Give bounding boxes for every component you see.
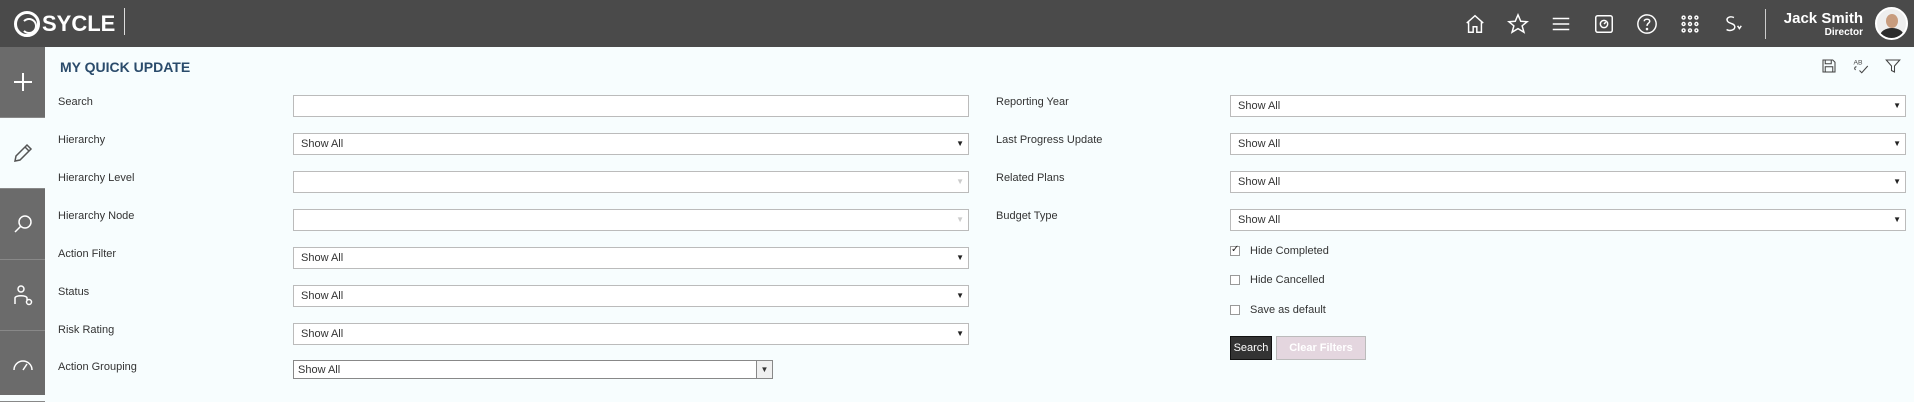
sycle-switch-icon[interactable]: [1712, 0, 1755, 47]
budget-type-label: Budget Type: [996, 210, 1058, 222]
hide-cancelled-label: Hide Cancelled: [1250, 274, 1325, 286]
sidebar-item-users[interactable]: [0, 260, 45, 331]
action-filter-value: Show All: [301, 252, 344, 264]
reporting-year-select[interactable]: Show All ▼: [1230, 95, 1906, 117]
status-label: Status: [58, 286, 90, 298]
chevron-down-icon: ▼: [1893, 215, 1901, 224]
page-title: MY QUICK UPDATE: [60, 59, 191, 75]
brand-name: SYCLE: [42, 10, 116, 36]
edit-icon: [13, 143, 32, 162]
menu-icon[interactable]: [1540, 0, 1583, 47]
sidebar-item-search[interactable]: [0, 189, 45, 260]
action-grouping-label: Action Grouping: [58, 361, 137, 373]
budget-type-value: Show All: [1238, 214, 1281, 226]
chevron-down-icon: ▼: [1893, 101, 1901, 110]
spellcheck-icon[interactable]: AB: [1852, 57, 1870, 75]
chevron-down-icon: ▼: [1893, 139, 1901, 148]
last-progress-label: Last Progress Update: [996, 134, 1103, 146]
chevron-down-icon[interactable]: ▼: [756, 361, 772, 378]
hierarchy-value: Show All: [301, 138, 344, 150]
user-settings-icon: [13, 285, 32, 306]
search-input[interactable]: [293, 95, 969, 117]
dashboard-icon[interactable]: [1583, 0, 1626, 47]
related-plans-select[interactable]: Show All ▼: [1230, 171, 1906, 193]
hierarchy-select[interactable]: Show All ▼: [293, 133, 969, 155]
chevron-down-icon: ▼: [956, 139, 964, 148]
help-icon[interactable]: [1626, 0, 1669, 47]
last-progress-value: Show All: [1238, 138, 1281, 150]
search-button[interactable]: Search: [1230, 336, 1272, 360]
search-label: Search: [58, 96, 93, 108]
risk-rating-label: Risk Rating: [58, 324, 115, 336]
chevron-down-icon: ▼: [956, 291, 964, 300]
save-default-checkbox[interactable]: [1230, 305, 1240, 315]
action-grouping-select[interactable]: Show All ▼: [293, 360, 773, 379]
page-tools: AB: [1820, 57, 1902, 75]
related-plans-value: Show All: [1238, 176, 1281, 188]
reporting-year-label: Reporting Year: [996, 96, 1069, 108]
clear-filters-button[interactable]: Clear Filters: [1276, 336, 1366, 360]
action-grouping-value: Show All: [298, 364, 341, 376]
top-bar: SYCLE Jack Smith Director: [0, 0, 1914, 47]
hierarchy-node-select[interactable]: ▼: [293, 209, 969, 231]
hierarchy-label: Hierarchy: [58, 134, 106, 146]
status-select[interactable]: Show All ▼: [293, 285, 969, 307]
sycle-logo[interactable]: SYCLE: [14, 10, 115, 37]
action-filter-select[interactable]: Show All ▼: [293, 247, 969, 269]
sidebar-item-edit[interactable]: [0, 118, 45, 189]
sidebar-item-gauge[interactable]: [0, 331, 45, 402]
hide-completed-label: Hide Completed: [1250, 245, 1329, 257]
chevron-down-icon: ▼: [1893, 177, 1901, 186]
chevron-down-icon: ▼: [956, 215, 964, 224]
action-filter-label: Action Filter: [58, 248, 117, 260]
save-default-label: Save as default: [1250, 304, 1326, 316]
reporting-year-value: Show All: [1238, 100, 1281, 112]
last-progress-select[interactable]: Show All ▼: [1230, 133, 1906, 155]
gauge-icon: [12, 360, 33, 371]
chevron-down-icon: ▼: [956, 329, 964, 338]
header-actions: Jack Smith Director: [1454, 0, 1914, 47]
user-info[interactable]: Jack Smith Director: [1784, 10, 1863, 38]
hide-completed-checkbox[interactable]: [1230, 244, 1240, 256]
sycle-logo-icon: [14, 10, 40, 37]
budget-type-select[interactable]: Show All ▼: [1230, 209, 1906, 231]
risk-rating-value: Show All: [301, 328, 344, 340]
related-plans-label: Related Plans: [996, 172, 1065, 184]
chevron-down-icon: ▼: [956, 253, 964, 262]
filter-icon[interactable]: [1884, 57, 1902, 75]
hide-cancelled-checkbox[interactable]: [1230, 275, 1240, 285]
user-name: Jack Smith: [1783, 9, 1863, 27]
sidebar: [0, 47, 45, 402]
hierarchy-node-label: Hierarchy Node: [58, 210, 135, 222]
save-icon[interactable]: [1820, 57, 1838, 75]
risk-rating-select[interactable]: Show All ▼: [293, 323, 969, 345]
header-divider: [124, 8, 125, 35]
add-icon: [13, 73, 32, 91]
chevron-down-icon: ▼: [956, 177, 964, 186]
search-icon: [13, 215, 32, 233]
apps-grid-icon[interactable]: [1669, 0, 1712, 47]
hierarchy-level-label: Hierarchy Level: [58, 172, 135, 184]
sidebar-item-add[interactable]: [0, 47, 45, 118]
hierarchy-level-select[interactable]: ▼: [293, 171, 969, 193]
user-role: Director: [1824, 26, 1863, 38]
star-icon[interactable]: [1497, 0, 1540, 47]
svg-text:AB: AB: [1854, 60, 1864, 67]
avatar[interactable]: [1875, 7, 1908, 40]
home-icon[interactable]: [1454, 0, 1497, 47]
status-value: Show All: [301, 290, 344, 302]
header-separator: [1764, 8, 1766, 39]
